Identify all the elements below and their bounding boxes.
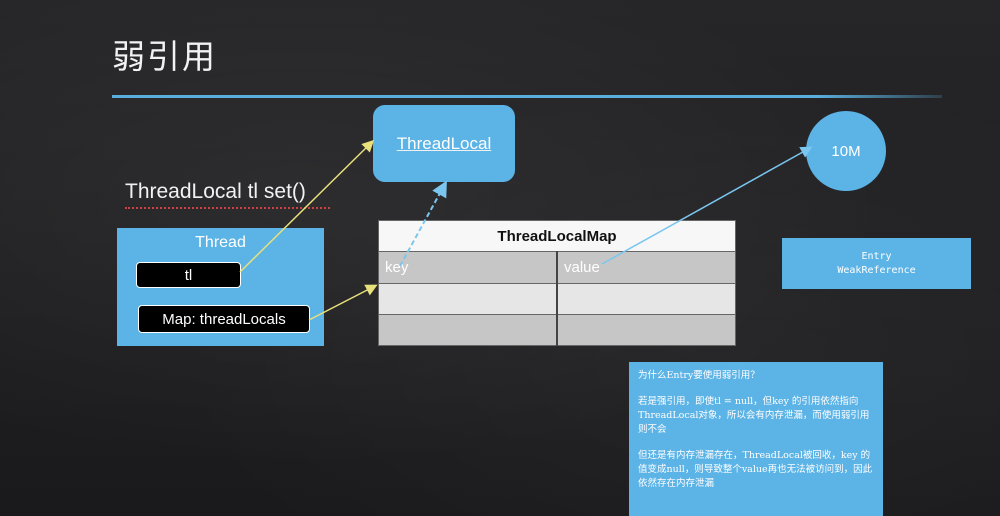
arrow-key-weak-to-threadlocal xyxy=(399,180,447,267)
arrow-map-to-threadlocalmap xyxy=(308,284,378,321)
arrow-tl-to-threadlocal xyxy=(239,139,375,273)
arrow-value-to-memory xyxy=(601,146,813,265)
diagram-arrows xyxy=(239,139,813,321)
